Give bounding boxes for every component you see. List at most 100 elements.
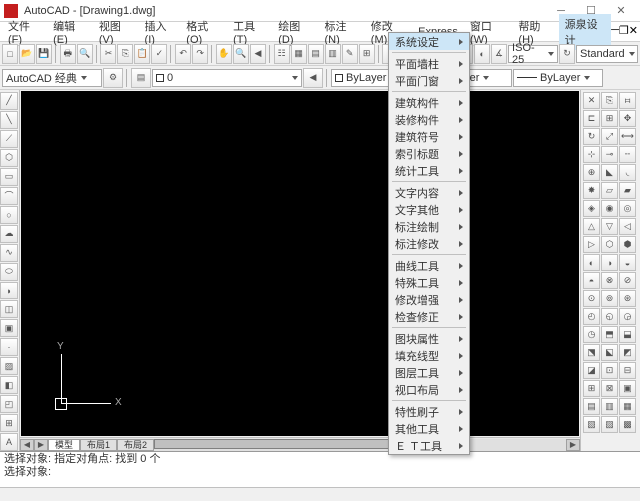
r8-icon[interactable]: ◁ (619, 218, 636, 235)
revcloud-icon[interactable]: ☁ (0, 225, 18, 243)
offset-icon[interactable]: ⊏ (583, 110, 600, 127)
r38-icon[interactable]: ▦ (619, 398, 636, 415)
r9-icon[interactable]: ▷ (583, 236, 600, 253)
ellipse-icon[interactable]: ⬭ (0, 263, 18, 281)
dd-item-文字内容[interactable]: 文字内容 (389, 184, 469, 201)
dd-item-平面墙柱[interactable]: 平面墙柱 (389, 55, 469, 72)
undo-icon[interactable]: ↶ (175, 44, 191, 64)
tab-scroll-right[interactable]: ▶ (34, 439, 48, 451)
hscroll-track[interactable] (154, 439, 566, 451)
dd-item-视口布局[interactable]: 视口布局 (389, 381, 469, 398)
command-area[interactable]: 选择对象: 指定对角点: 找到 0 个 选择对象: (0, 451, 640, 487)
polygon-icon[interactable]: ⬡ (0, 149, 18, 167)
dd-item-特性刷子[interactable]: 特性刷子 (389, 403, 469, 420)
r39-icon[interactable]: ▧ (583, 416, 600, 433)
r28-icon[interactable]: ⬕ (601, 344, 618, 361)
textstyle-select[interactable]: Standard (576, 45, 638, 63)
open-icon[interactable]: 📂 (19, 44, 35, 64)
dd-item-文字其他[interactable]: 文字其他 (389, 201, 469, 218)
tab-layout1[interactable]: 布局1 (80, 439, 117, 451)
copy-icon[interactable]: ⎘ (117, 44, 133, 64)
scale-icon[interactable]: ⤢ (601, 128, 618, 145)
dd-item-建筑符号[interactable]: 建筑符号 (389, 128, 469, 145)
doc-minimize-button[interactable]: ─ (611, 24, 619, 40)
dd-item-标注绘制[interactable]: 标注绘制 (389, 218, 469, 235)
zoom-icon[interactable]: 🔍 (233, 44, 249, 64)
r29-icon[interactable]: ◩ (619, 344, 636, 361)
tool-palette-icon[interactable]: ▤ (308, 44, 324, 64)
r31-icon[interactable]: ⊡ (601, 362, 618, 379)
dim-6-icon[interactable]: ∡ (491, 44, 507, 64)
redo-icon[interactable]: ↷ (192, 44, 208, 64)
dimstyle-select[interactable]: ISO-25 (508, 45, 558, 63)
paste-icon[interactable]: 📋 (134, 44, 150, 64)
stretch-icon[interactable]: ⟷ (619, 128, 636, 145)
r15-icon[interactable]: ◓ (583, 272, 600, 289)
r37-icon[interactable]: ▥ (601, 398, 618, 415)
match-icon[interactable]: ✓ (151, 44, 167, 64)
r40-icon[interactable]: ▨ (601, 416, 618, 433)
trim-icon[interactable]: ⊹ (583, 146, 600, 163)
r41-icon[interactable]: ▩ (619, 416, 636, 433)
calc-icon[interactable]: ⊞ (359, 44, 375, 64)
lineweight-select[interactable]: ByLayer (513, 69, 603, 87)
r33-icon[interactable]: ⊞ (583, 380, 600, 397)
r26-icon[interactable]: ⬓ (619, 326, 636, 343)
pline-icon[interactable]: ⟋ (0, 130, 18, 148)
rotate-icon[interactable]: ↻ (583, 128, 600, 145)
pan-icon[interactable]: ✋ (216, 44, 232, 64)
dd-item-索引标题[interactable]: 索引标题 (389, 145, 469, 162)
arc-icon[interactable]: ⌒ (0, 187, 18, 205)
dd-item-特殊工具[interactable]: 特殊工具 (389, 274, 469, 291)
mtext-icon[interactable]: A (0, 433, 18, 451)
dd-item-Ｅ Ｔ工具[interactable]: Ｅ Ｔ工具 (389, 437, 469, 454)
chamfer-icon[interactable]: ◣ (601, 164, 618, 181)
r27-icon[interactable]: ⬔ (583, 344, 600, 361)
dd-item-其他工具[interactable]: 其他工具 (389, 420, 469, 437)
line-icon[interactable]: ╱ (0, 92, 18, 110)
r7-icon[interactable]: ▽ (601, 218, 618, 235)
ws-settings-icon[interactable]: ⚙ (103, 68, 123, 88)
zoom-prev-icon[interactable]: ◀ (250, 44, 266, 64)
r12-icon[interactable]: ◐ (583, 254, 600, 271)
markup-icon[interactable]: ✎ (342, 44, 358, 64)
r3-icon[interactable]: ◈ (583, 200, 600, 217)
drawing-canvas[interactable]: Y X (21, 91, 579, 436)
explode-icon[interactable]: ✸ (583, 182, 600, 199)
sheet-icon[interactable]: ▥ (325, 44, 341, 64)
r22-icon[interactable]: ◵ (601, 308, 618, 325)
hscroll-right[interactable]: ▶ (566, 439, 580, 451)
dd-item-曲线工具[interactable]: 曲线工具 (389, 257, 469, 274)
r2-icon[interactable]: ▰ (619, 182, 636, 199)
r17-icon[interactable]: ⊘ (619, 272, 636, 289)
gradient-icon[interactable]: ◧ (0, 376, 18, 394)
dim-5-icon[interactable]: ◐ (474, 44, 490, 64)
r14-icon[interactable]: ◒ (619, 254, 636, 271)
props-icon[interactable]: ☷ (274, 44, 290, 64)
r13-icon[interactable]: ◑ (601, 254, 618, 271)
r23-icon[interactable]: ◶ (619, 308, 636, 325)
preview-icon[interactable]: 🔍 (77, 44, 93, 64)
dd-item-建筑构件[interactable]: 建筑构件 (389, 94, 469, 111)
xline-icon[interactable]: ╲ (0, 111, 18, 129)
r36-icon[interactable]: ▤ (583, 398, 600, 415)
spline-icon[interactable]: ∿ (0, 244, 18, 262)
tab-layout2[interactable]: 布局2 (117, 439, 154, 451)
r21-icon[interactable]: ◴ (583, 308, 600, 325)
new-icon[interactable]: □ (2, 44, 18, 64)
r1-icon[interactable]: ▱ (601, 182, 618, 199)
r25-icon[interactable]: ⬒ (601, 326, 618, 343)
save-icon[interactable]: 💾 (36, 44, 52, 64)
r19-icon[interactable]: ⊚ (601, 290, 618, 307)
dd-item-填充线型[interactable]: 填充线型 (389, 347, 469, 364)
region-icon[interactable]: ◰ (0, 395, 18, 413)
table-icon[interactable]: ⊞ (0, 414, 18, 432)
r18-icon[interactable]: ⊙ (583, 290, 600, 307)
r5-icon[interactable]: ◎ (619, 200, 636, 217)
dd-item-图块属性[interactable]: 图块属性 (389, 330, 469, 347)
rect-icon[interactable]: ▭ (0, 168, 18, 186)
dd-item-检查修正[interactable]: 检查修正 (389, 308, 469, 325)
r4-icon[interactable]: ◉ (601, 200, 618, 217)
block-icon[interactable]: ▣ (0, 319, 18, 337)
move-icon[interactable]: ✥ (619, 110, 636, 127)
